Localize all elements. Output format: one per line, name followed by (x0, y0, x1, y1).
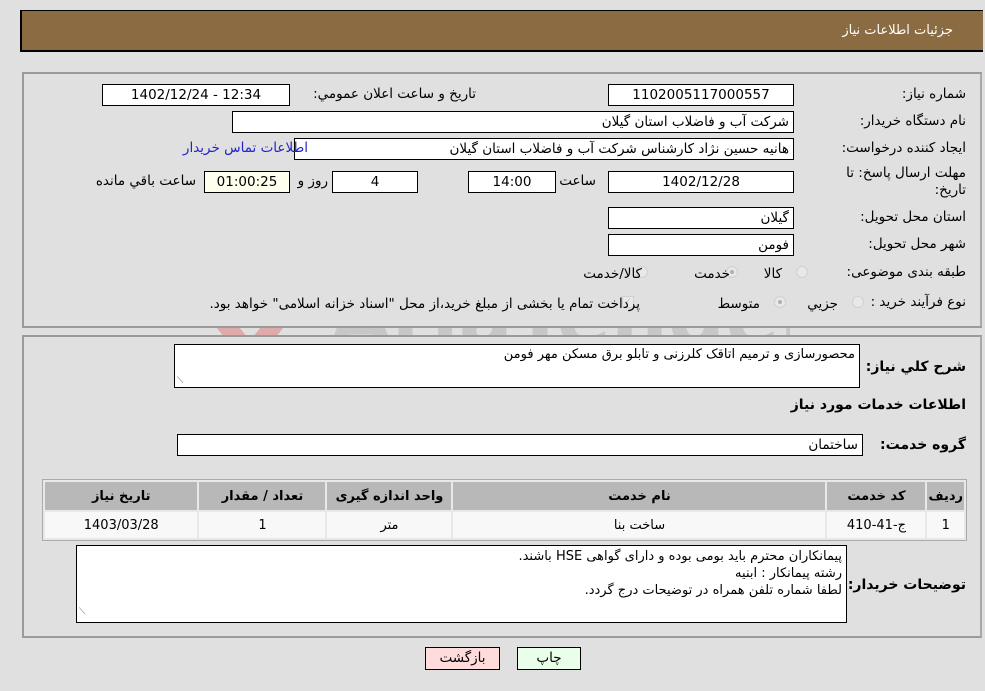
summary-text: محصورسازی و ترمیم اتاقک کلرزنی و تابلو ب… (503, 347, 855, 362)
need-details-panel: شماره نیاز: 1102005117000557 تاریخ و ساع… (22, 72, 982, 328)
process-label: نوع فرآیند خرید : (870, 294, 966, 310)
services-panel: شرح كلي نياز: محصورسازی و ترمیم اتاقک کل… (22, 335, 982, 638)
remaining-time-field[interactable]: 01:00:25 (204, 171, 290, 193)
cell-service-name: ساخت بنا (453, 512, 826, 538)
city-label: شهر محل تحویل: (868, 236, 966, 252)
cell-row-number: 1 (927, 512, 964, 538)
back-button[interactable]: بازگشت (425, 647, 500, 670)
summary-label: شرح كلي نياز: (865, 359, 966, 375)
creator-field[interactable]: هانیه حسین نژاد کارشناس شرکت آب و فاضلاب… (294, 138, 794, 160)
col-unit: واحد اندازه گیری (327, 482, 452, 510)
remaining-time-label: ساعت باقي مانده (95, 173, 196, 189)
deadline-time-field[interactable]: 14:00 (468, 171, 556, 193)
deadline-time-label: ساعت (559, 173, 596, 189)
announce-date-label: تاریخ و ساعت اعلان عمومي: (313, 86, 476, 102)
treasury-note: پرداخت تمام یا بخشی از مبلغ خرید،از محل … (209, 296, 640, 312)
col-quantity: تعداد / مقدار (199, 482, 326, 510)
buyer-notes-textarea[interactable]: پیمانکاران محترم باید بومی بوده و دارای … (76, 545, 847, 623)
col-row-number: ردیف (927, 482, 964, 510)
buyer-note-line: پیمانکاران محترم باید بومی بوده و دارای … (518, 549, 842, 564)
table-row: 1 ج-41-410 ساخت بنا متر 1 1403/03/28 (45, 512, 964, 538)
col-service-name: نام خدمت (453, 482, 826, 510)
category-option-service: خدمت (694, 266, 730, 282)
page-header: جزئیات اطلاعات نیاز (20, 10, 983, 52)
category-radio-goods[interactable] (796, 266, 808, 278)
service-group-label: گروه خدمت: (880, 437, 966, 453)
buyer-note-line: رشته پیمانکار : ابنیه (735, 566, 842, 581)
days-remaining-field[interactable]: 4 (332, 171, 418, 193)
process-radio-medium[interactable] (774, 296, 786, 308)
cell-service-code: ج-41-410 (827, 512, 926, 538)
category-option-goods: کالا (763, 266, 782, 282)
category-label: طبقه بندی موضوعی: (846, 264, 966, 280)
buyer-org-label: نام دستگاه خریدار: (859, 113, 966, 129)
cell-need-date: 1403/03/28 (45, 512, 198, 538)
cell-unit: متر (327, 512, 452, 538)
print-button[interactable]: چاپ (517, 647, 581, 670)
col-service-code: کد خدمت (827, 482, 926, 510)
creator-label: ایجاد کننده درخواست: (841, 140, 966, 156)
process-radio-minor[interactable] (852, 296, 864, 308)
deadline-date-field[interactable]: 1402/12/28 (608, 171, 794, 193)
category-option-goods-service: کالا/خدمت (583, 266, 642, 282)
buyer-notes-label: توضیحات خریدار: (847, 577, 966, 593)
services-section-title: اطلاعات خدمات مورد نیاز (790, 397, 966, 413)
buyer-contact-link[interactable]: اطلاعات تماس خریدار (183, 140, 308, 156)
resize-grip-icon[interactable]: ⟋ (177, 376, 183, 386)
announce-date-field[interactable]: 1402/12/24 - 12:34 (102, 84, 290, 106)
buyer-note-line: لطفا شماره تلفن همراه در توضیحات درج گرد… (584, 583, 842, 598)
service-group-field[interactable]: ساختمان (177, 434, 863, 456)
process-option-minor: جزيي (807, 296, 838, 312)
province-field[interactable]: گیلان (608, 207, 794, 229)
buyer-org-field[interactable]: شرکت آب و فاضلاب استان گیلان (232, 111, 794, 133)
process-option-medium: متوسط (717, 296, 760, 312)
cell-quantity: 1 (199, 512, 326, 538)
city-field[interactable]: فومن (608, 234, 794, 256)
deadline-label: مهلت ارسال پاسخ: تا تاریخ: (846, 165, 966, 198)
need-number-field[interactable]: 1102005117000557 (608, 84, 794, 106)
need-number-label: شماره نیاز: (901, 86, 966, 102)
summary-textarea[interactable]: محصورسازی و ترمیم اتاقک کلرزنی و تابلو ب… (174, 344, 860, 388)
services-table: ردیف کد خدمت نام خدمت واحد اندازه گیری ت… (42, 479, 967, 541)
table-header-row: ردیف کد خدمت نام خدمت واحد اندازه گیری ت… (45, 482, 964, 510)
resize-grip-icon[interactable]: ⟋ (79, 604, 85, 621)
col-need-date: تاریخ نیاز (45, 482, 198, 510)
page-title: جزئیات اطلاعات نیاز (842, 23, 953, 38)
province-label: استان محل تحویل: (860, 209, 966, 225)
days-label: روز و (297, 173, 328, 189)
